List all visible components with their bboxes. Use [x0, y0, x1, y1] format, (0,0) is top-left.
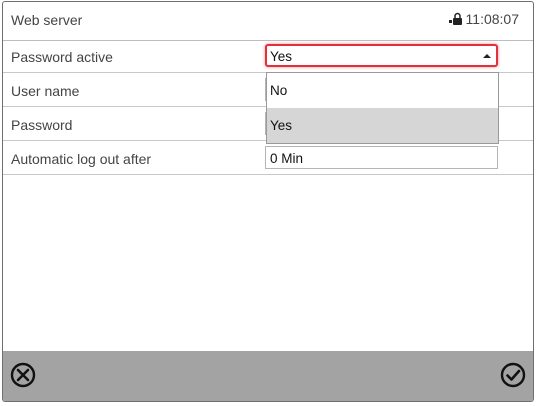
chevron-up-icon: [483, 54, 491, 58]
password-active-value: Yes: [270, 49, 293, 64]
dropdown-option-no[interactable]: No: [267, 73, 498, 108]
page-title: Web server: [11, 12, 83, 28]
status-clock: 11:08:07: [448, 11, 519, 27]
row-auto-logout: Automatic log out after 0 Min: [3, 143, 533, 175]
row-password-active: Password active Yes: [3, 41, 533, 73]
lock-network-icon: [448, 12, 462, 25]
web-server-screen: Web server 11:08:07 Password active Yes …: [2, 1, 534, 402]
footer-bar: [3, 351, 533, 401]
close-circle-icon[interactable]: [9, 361, 37, 389]
clock-time: 11:08:07: [465, 11, 519, 27]
user-name-label: User name: [11, 83, 80, 99]
dropdown-option-yes[interactable]: Yes: [267, 108, 498, 143]
auto-logout-value: 0 Min: [270, 151, 304, 166]
auto-logout-field[interactable]: 0 Min: [265, 146, 498, 169]
auto-logout-label: Automatic log out after: [11, 151, 152, 167]
password-active-label: Password active: [11, 49, 113, 65]
check-circle-icon[interactable]: [499, 361, 527, 389]
header-bar: Web server 11:08:07: [3, 2, 533, 41]
password-label: Password: [11, 117, 73, 133]
password-active-dropdown: No Yes: [266, 72, 499, 144]
password-active-select[interactable]: Yes: [265, 44, 498, 67]
